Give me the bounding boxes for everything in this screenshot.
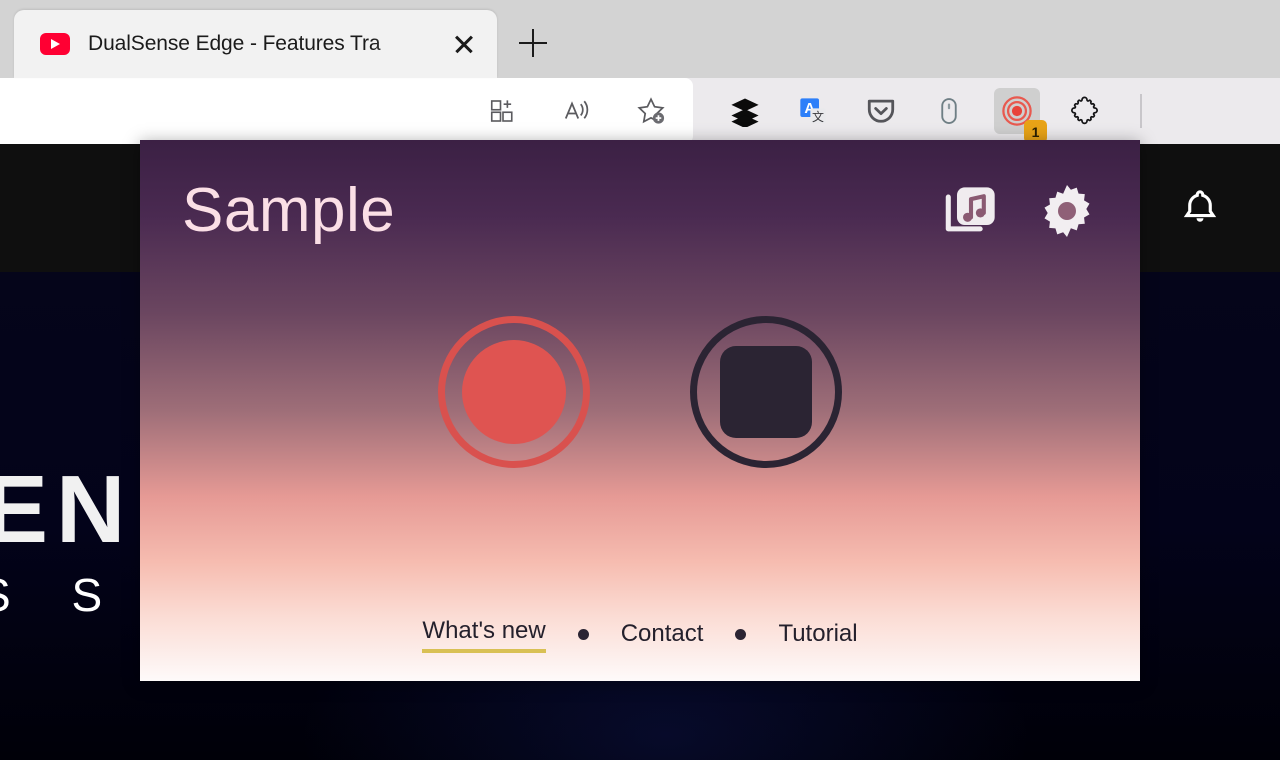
- recorder-extension-popup: Sample What's new Contact Tutorial: [140, 140, 1140, 681]
- layers-icon[interactable]: [722, 88, 768, 134]
- translate-icon[interactable]: A 文: [790, 88, 836, 134]
- mouse-icon[interactable]: [926, 88, 972, 134]
- stop-button-square: [720, 346, 812, 438]
- nav-separator-dot: [735, 628, 747, 640]
- popup-header-actions: [940, 180, 1098, 242]
- nav-separator-dot: [577, 628, 589, 640]
- new-tab-button[interactable]: [508, 18, 558, 68]
- browser-toolbar: A 文 1: [0, 78, 1280, 144]
- nav-link-contact[interactable]: Contact: [621, 618, 704, 650]
- toolbar-right-icon-group: A 文 1: [722, 78, 1142, 144]
- extensions-puzzle-icon[interactable]: [1062, 88, 1108, 134]
- nav-link-tutorial[interactable]: Tutorial: [778, 618, 857, 650]
- add-favorite-icon[interactable]: [628, 88, 674, 134]
- popup-header: Sample: [140, 140, 1140, 282]
- toolbar-divider: [1140, 94, 1142, 128]
- close-tab-icon[interactable]: [443, 23, 485, 65]
- toolbar-left-icon-group: [480, 78, 674, 144]
- svg-text:文: 文: [812, 109, 824, 124]
- tab-title-wrap: DualSense Edge - Features Tra: [88, 27, 443, 61]
- video-headline: EN: [0, 456, 134, 563]
- pocket-icon[interactable]: [858, 88, 904, 134]
- nav-link-whats-new[interactable]: What's new: [422, 615, 546, 653]
- collections-add-icon[interactable]: [480, 88, 526, 134]
- transport-controls: [140, 316, 1140, 468]
- record-extension-icon[interactable]: 1: [994, 88, 1047, 143]
- tab-title: DualSense Edge - Features Tra: [88, 32, 381, 55]
- popup-footer-nav: What's new Contact Tutorial: [140, 615, 1140, 653]
- youtube-favicon: [40, 33, 70, 55]
- music-library-icon[interactable]: [940, 180, 1002, 242]
- stop-button[interactable]: [690, 316, 842, 468]
- record-button-dot: [462, 340, 566, 444]
- browser-tab-active[interactable]: DualSense Edge - Features Tra: [14, 10, 497, 78]
- browser-tabstrip: DualSense Edge - Features Tra: [0, 0, 1280, 78]
- popup-title: Sample: [182, 176, 396, 245]
- notifications-bell-icon[interactable]: [1178, 186, 1222, 230]
- screenshot-root: EN S S C A 文 1 DualSense Edge - Features…: [0, 0, 1280, 760]
- tab-title-fade: [373, 27, 443, 61]
- record-button[interactable]: [438, 316, 590, 468]
- settings-gear-icon[interactable]: [1036, 180, 1098, 242]
- read-aloud-icon[interactable]: [554, 88, 600, 134]
